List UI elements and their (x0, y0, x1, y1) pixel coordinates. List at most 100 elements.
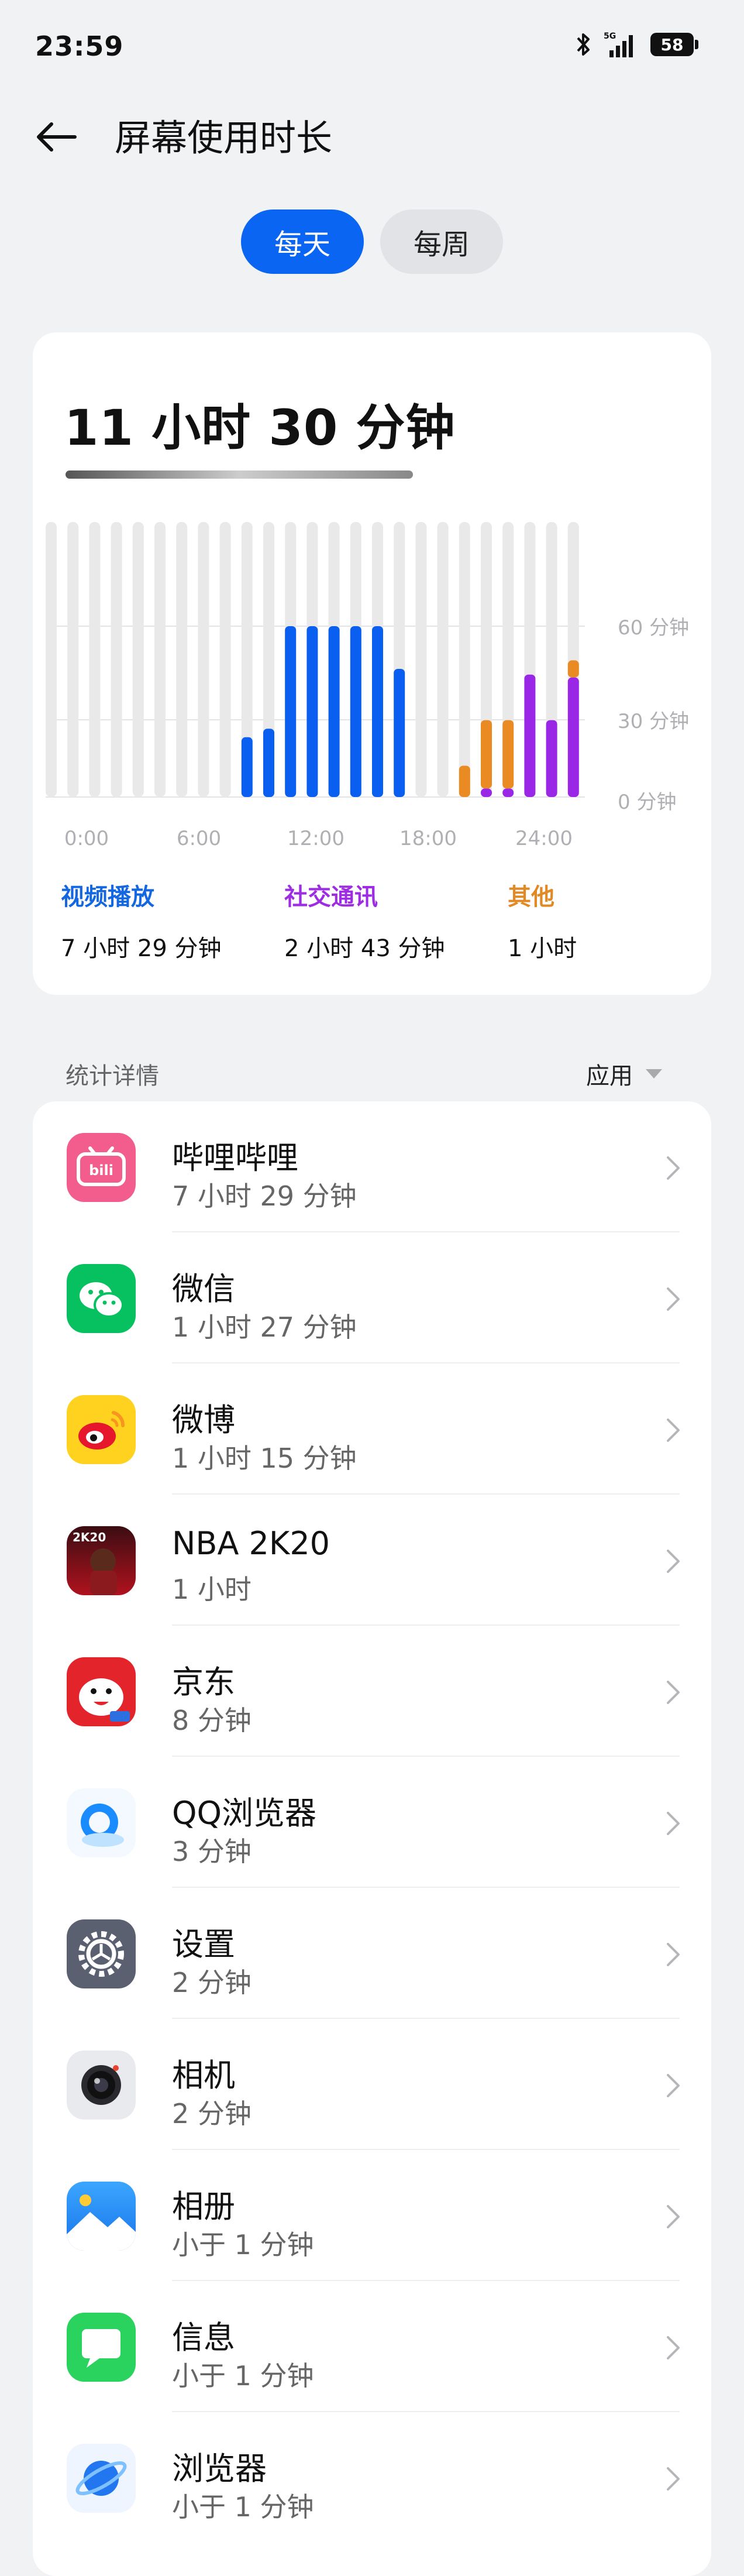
x-tick-label: 0:00 (64, 827, 109, 850)
chevron-right-icon (666, 2073, 681, 2098)
settings-gear-icon (67, 1919, 136, 1988)
app-name: 设置 (172, 1926, 235, 1963)
sort-filter-label: 应用 (586, 1063, 633, 1090)
messages-icon (67, 2313, 136, 2382)
app-name: 相机 (172, 2057, 235, 2094)
sort-filter-dropdown[interactable]: 应用 (586, 1057, 662, 1091)
bar-800-视频播放 (241, 737, 253, 797)
app-row[interactable]: 2K20 NBA 2K20 1 小时 (33, 1495, 711, 1626)
chevron-right-icon (666, 1679, 681, 1705)
x-tick-label: 24:00 (515, 827, 573, 850)
bar-background (437, 522, 449, 797)
bar-2000-其他 (502, 720, 514, 789)
legend-video-label: 视频播放 (61, 884, 154, 911)
app-usage-time: 7 小时 29 分钟 (172, 1180, 357, 1212)
app-name: 微信 (172, 1270, 235, 1307)
y-tick-label: 30 分钟 (618, 710, 689, 733)
svg-text:5G: 5G (604, 32, 616, 41)
chevron-right-icon (666, 1417, 681, 1443)
bar-background (111, 522, 122, 797)
status-time: 23:59 (35, 30, 124, 62)
app-usage-time: 1 小时 15 分钟 (172, 1442, 357, 1474)
y-tick-label: 60 分钟 (618, 616, 689, 640)
bluetooth-icon (577, 33, 590, 56)
tab-daily[interactable]: 每天 (241, 209, 364, 274)
legend-social-value: 2 小时 43 分钟 (284, 935, 445, 962)
app-name: NBA 2K20 (172, 1525, 330, 1562)
app-name: 微博 (172, 1402, 235, 1438)
app-row[interactable]: bili 哔哩哔哩 7 小时 29 分钟 (33, 1101, 711, 1232)
page-title: 屏幕使用时长 (115, 116, 333, 159)
bar-2300-其他 (567, 660, 579, 678)
bar-background (176, 522, 188, 797)
app-name: 相册 (172, 2188, 235, 2225)
bar-2100-社交通讯 (524, 674, 536, 797)
app-row[interactable]: 微博 1 小时 15 分钟 (33, 1363, 711, 1495)
total-time-bar (66, 470, 413, 479)
screen-time-summary-card: 11 小时 30 分钟 60 分钟 30 分钟 0 分钟 0:00 6:00 12:00 1… (33, 332, 711, 995)
hourly-usage-chart: 60 分钟 30 分钟 0 分钟 0:00 6:00 12:00 18:00 24:00 (46, 522, 689, 850)
dropdown-triangle-icon (646, 1069, 662, 1079)
bar-1200-视频播放 (328, 626, 340, 797)
bar-background (132, 522, 144, 797)
status-icons: 5G 58 (574, 30, 698, 59)
bar-1800-其他 (459, 765, 470, 797)
app-row[interactable]: 相册小于 1 分钟 (33, 2150, 711, 2281)
app-row[interactable]: 浏览器 小于 1 分钟 (33, 2412, 711, 2543)
chevron-right-icon (666, 1155, 681, 1181)
browser-icon (67, 2444, 136, 2513)
bar-2200-社交通讯 (546, 720, 557, 797)
total-screen-time: 11 小时 30 分钟 (64, 399, 456, 456)
chevron-right-icon (666, 1548, 681, 1574)
back-arrow-icon[interactable] (34, 114, 81, 160)
chevron-right-icon (666, 1942, 681, 1967)
x-tick-label: 18:00 (399, 827, 457, 850)
bar-background (154, 522, 166, 797)
bar-background (219, 522, 231, 797)
gallery-icon (67, 2182, 136, 2251)
bar-2300-社交通讯 (567, 677, 579, 797)
app-row[interactable]: 相机 2 分钟 (33, 2019, 711, 2150)
app-row[interactable]: QQ浏览器 3 分钟 (33, 1757, 711, 1888)
app-row[interactable]: 设置 2 分钟 (33, 1888, 711, 2019)
app-usage-time: 2 分钟 (172, 2098, 252, 2130)
bar-1100-视频播放 (306, 626, 318, 797)
app-usage-time: 8 分钟 (172, 1705, 252, 1736)
app-name: 哔哩哔哩 (172, 1139, 298, 1176)
bar-1300-视频播放 (350, 626, 361, 797)
tab-weekly[interactable]: 每周 (380, 209, 503, 274)
app-usage-time: 3 分钟 (172, 1836, 252, 1867)
chevron-right-icon (666, 2335, 681, 2361)
y-tick-label: 0 分钟 (618, 791, 676, 814)
bar-background (459, 522, 470, 797)
bar-background (89, 522, 101, 797)
5g-signal-icon: 5G (604, 32, 633, 57)
jd-icon (67, 1657, 136, 1726)
app-usage-time: 小于 1 分钟 (172, 2360, 314, 2392)
chevron-right-icon (666, 2204, 681, 2230)
chevron-right-icon (666, 2466, 681, 2492)
camera-icon (67, 2051, 136, 2120)
bar-900-视频播放 (263, 729, 274, 797)
legend-other-value: 1 小时 (508, 935, 577, 962)
bar-background (67, 522, 79, 797)
bar-2000-社交通讯 (502, 788, 514, 797)
bar-1900-社交通讯 (481, 788, 492, 797)
app-row[interactable]: 信息小于 1 分钟 (33, 2281, 711, 2412)
legend-video: 视频播放 7 小时 29 分钟 (61, 878, 222, 963)
nba2k20-icon: 2K20 (67, 1526, 136, 1595)
legend-social-label: 社交通讯 (284, 884, 378, 911)
svg-text:bili: bili (89, 1162, 113, 1179)
app-usage-list: bili 哔哩哔哩 7 小时 29 分钟微信 1 小时 27 分钟微博 1 小时 15 … (33, 1101, 711, 2576)
legend-video-value: 7 小时 29 分钟 (61, 935, 222, 962)
x-tick-label: 6:00 (177, 827, 221, 850)
bar-background (415, 522, 427, 797)
app-row[interactable]: 微信 1 小时 27 分钟 (33, 1232, 711, 1363)
app-row[interactable]: 京东 8 分钟 (33, 1626, 711, 1757)
app-name: 京东 (172, 1664, 235, 1701)
wechat-icon (67, 1264, 136, 1333)
chevron-right-icon (666, 1811, 681, 1836)
bar-background (46, 522, 57, 797)
app-name: 信息 (172, 2319, 235, 2356)
app-usage-time: 小于 1 分钟 (172, 2229, 314, 2261)
